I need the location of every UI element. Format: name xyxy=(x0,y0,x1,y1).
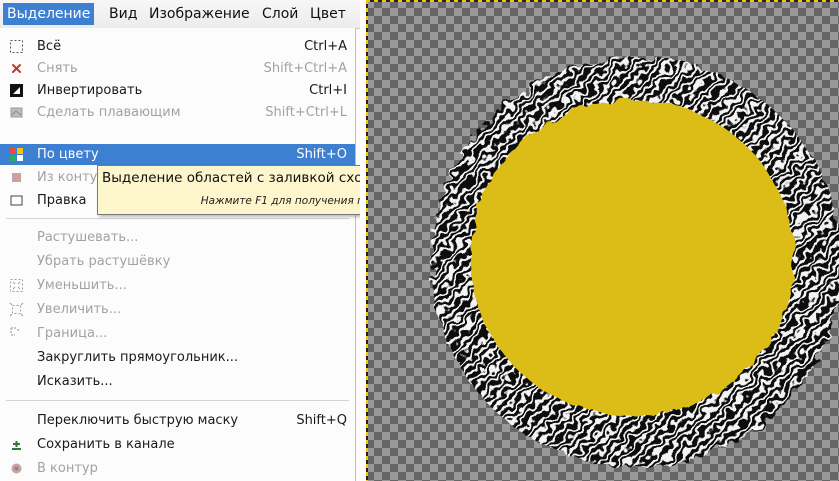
menu-panel: Выделение Вид Изображение Слой Цвет Всё … xyxy=(0,0,360,481)
menu-item-label: Переключить быструю маску xyxy=(37,413,239,428)
tooltip: Выделение областей с заливкой схо Нажмит… xyxy=(97,165,360,215)
menu-item-select-none[interactable]: Снять Shift+Ctrl+A xyxy=(0,58,355,79)
menubar: Выделение Вид Изображение Слой Цвет xyxy=(0,0,360,29)
menu-item-shortcut: Shift+Q xyxy=(296,413,347,428)
menu-item-select-all[interactable]: Всё Ctrl+A xyxy=(0,36,355,57)
menu-item-label: По цвету xyxy=(37,147,99,162)
menu-item-toggle-quick-mask[interactable]: Переключить быструю маску Shift+Q xyxy=(0,410,355,431)
tooltip-hint: Нажмите F1 для получения п xyxy=(200,195,360,207)
tooltip-text: Выделение областей с заливкой схо xyxy=(102,170,360,186)
menu-item-to-path[interactable]: В контур xyxy=(0,458,355,479)
menu-item-label: Из конту xyxy=(37,170,98,185)
menu-item-label: Сделать плавающим xyxy=(37,105,181,120)
menu-item-invert[interactable]: Инвертировать Ctrl+I xyxy=(0,80,355,101)
canvas-image xyxy=(431,57,839,467)
menu-item-label: Правка xyxy=(37,193,87,208)
menu-separator xyxy=(6,218,349,219)
from-path-icon xyxy=(12,173,21,182)
menu-item-label: Растушевать... xyxy=(37,230,139,245)
menu-item-distort[interactable]: Исказить... xyxy=(0,371,355,392)
menu-item-rounded-rectangle[interactable]: Закруглить прямоугольник... xyxy=(0,347,355,368)
menu-item-float[interactable]: Сделать плавающим Shift+Ctrl+L xyxy=(0,102,355,123)
select-none-icon xyxy=(12,64,21,73)
menu-item-save-to-channel[interactable]: Сохранить в канале xyxy=(0,434,355,455)
menu-item-grow[interactable]: Увеличить... xyxy=(0,299,355,320)
menu-item-label: Увеличить... xyxy=(37,302,122,317)
menubar-item-color[interactable]: Цвет xyxy=(306,3,350,25)
menu-item-by-color[interactable]: По цвету Shift+O xyxy=(0,144,355,165)
menubar-item-image[interactable]: Изображение xyxy=(145,3,254,25)
menu-item-label: Исказить... xyxy=(37,374,113,389)
border-selection-icon xyxy=(10,327,19,336)
menu-item-label: Инвертировать xyxy=(37,83,143,98)
menu-item-border[interactable]: Граница... xyxy=(0,323,355,344)
menu-item-label: Снять xyxy=(37,61,78,76)
to-path-icon xyxy=(11,463,22,474)
menu-item-label: Сохранить в канале xyxy=(37,437,175,452)
menu-item-feather[interactable]: Растушевать... xyxy=(0,227,355,248)
grow-selection-icon xyxy=(9,302,24,317)
yellow-fill-disc xyxy=(470,100,794,416)
select-by-color-icon xyxy=(10,148,23,161)
menu-item-shrink[interactable]: Уменьшить... xyxy=(0,275,355,296)
select-all-icon xyxy=(10,40,23,53)
menu-item-shortcut: Ctrl+I xyxy=(309,83,347,98)
menu-item-label: Убрать растушёвку xyxy=(37,254,171,269)
selection-editor-icon xyxy=(10,195,23,206)
menubar-item-layer[interactable]: Слой xyxy=(258,3,302,25)
canvas-layer-boundary xyxy=(366,0,839,2)
canvas-layer-boundary xyxy=(366,0,368,481)
menu-item-sharpen[interactable]: Убрать растушёвку xyxy=(0,251,355,272)
menu-item-label: Всё xyxy=(37,39,62,54)
menu-item-shortcut: Ctrl+A xyxy=(304,39,347,54)
shrink-selection-icon xyxy=(10,279,23,292)
save-to-channel-icon xyxy=(12,441,21,450)
menu-item-label: Граница... xyxy=(37,326,108,341)
menu-item-shortcut: Shift+O xyxy=(296,147,347,162)
float-selection-icon xyxy=(10,107,23,118)
menu-item-shortcut: Shift+Ctrl+L xyxy=(265,105,347,120)
select-menu-dropdown: Всё Ctrl+A Снять Shift+Ctrl+A Инвертиров… xyxy=(0,28,356,481)
image-canvas[interactable] xyxy=(366,0,839,481)
menu-item-label: Закруглить прямоугольник... xyxy=(37,350,239,365)
menu-separator xyxy=(6,400,349,401)
menubar-item-view[interactable]: Вид xyxy=(105,3,141,25)
menubar-item-select[interactable]: Выделение xyxy=(3,3,95,25)
menu-item-label: Уменьшить... xyxy=(37,278,127,293)
invert-selection-icon xyxy=(10,84,23,97)
menu-item-shortcut: Shift+Ctrl+A xyxy=(263,61,347,76)
menu-item-label: В контур xyxy=(37,461,98,476)
